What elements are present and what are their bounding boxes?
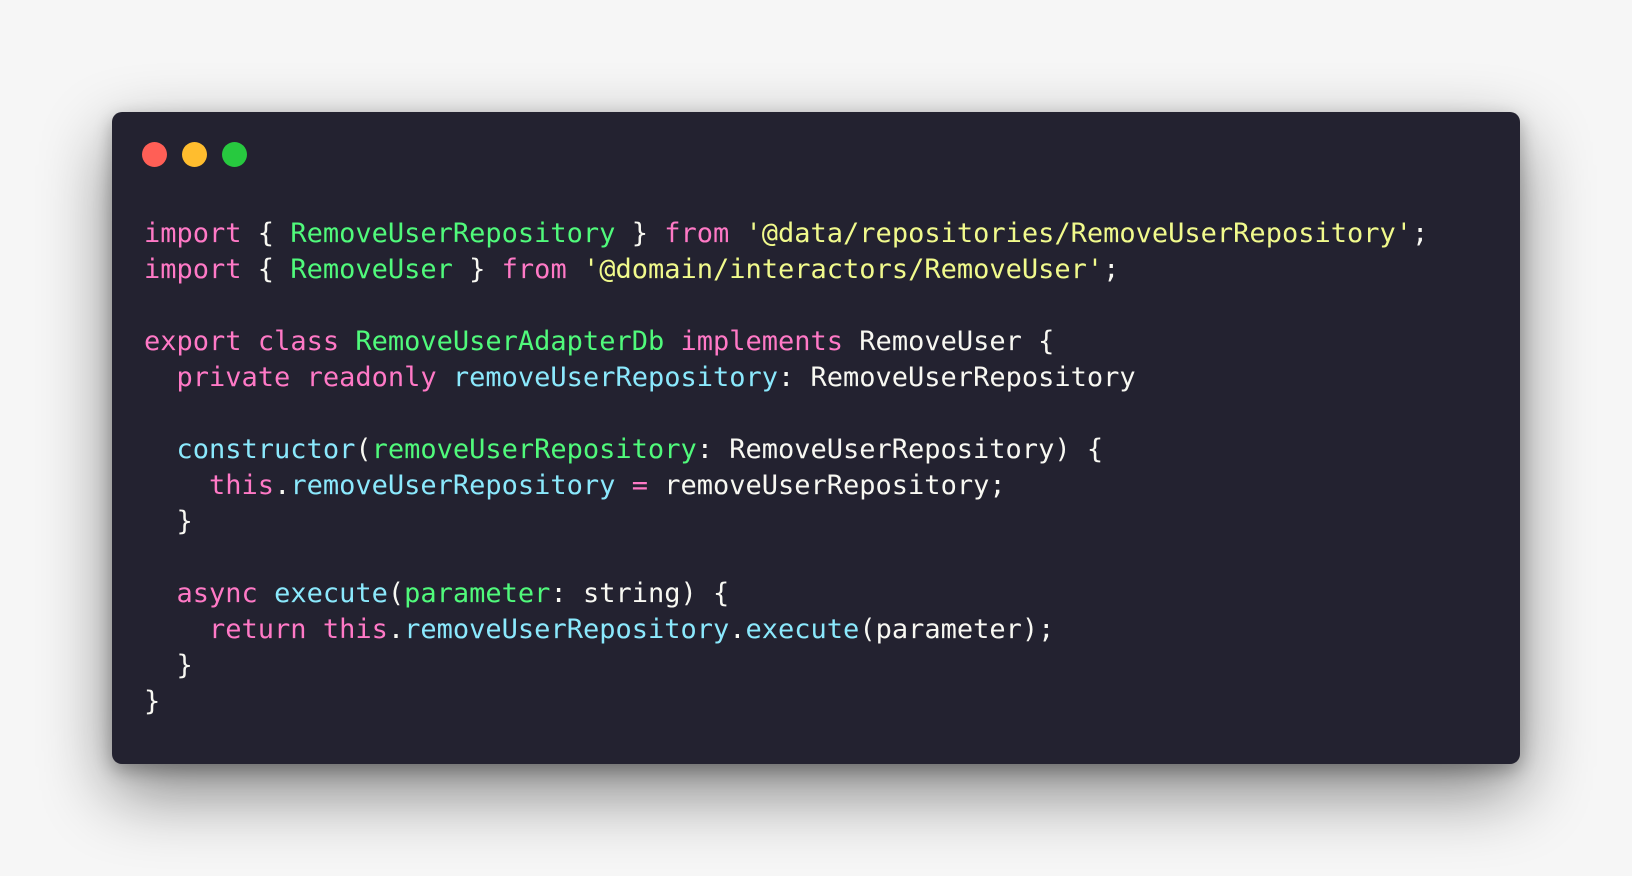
code-token: removeUserRepository xyxy=(404,614,730,645)
code-line: import { RemoveUserRepository } from '@d… xyxy=(144,216,1428,252)
code-token: execute xyxy=(745,614,860,645)
code-line: return this.removeUserRepository.execute… xyxy=(144,612,1428,648)
code-token: RemoveUserAdapterDb xyxy=(355,326,665,357)
close-button[interactable] xyxy=(142,142,167,167)
zoom-button[interactable] xyxy=(222,142,247,167)
code-token: private xyxy=(176,362,291,393)
code-token: async xyxy=(176,578,258,609)
code-line: this.removeUserRepository = removeUserRe… xyxy=(144,468,1428,504)
code-block: import { RemoveUserRepository } from '@d… xyxy=(144,216,1428,720)
minimize-button[interactable] xyxy=(182,142,207,167)
code-window: import { RemoveUserRepository } from '@d… xyxy=(112,112,1520,764)
code-token: removeUserRepository xyxy=(452,362,778,393)
code-line: private readonly removeUserRepository: R… xyxy=(144,360,1428,396)
code-line: export class RemoveUserAdapterDb impleme… xyxy=(144,324,1428,360)
code-token: this xyxy=(209,470,275,501)
code-token: . xyxy=(274,470,291,501)
code-token: implements xyxy=(680,326,844,357)
code-token: removeUserRepository xyxy=(290,470,616,501)
code-token: constructor xyxy=(176,434,356,465)
code-token: } xyxy=(144,686,161,717)
code-token: ( xyxy=(355,434,372,465)
code-token: (parameter); xyxy=(859,614,1055,645)
code-token: '@data/repositories/RemoveUserRepository… xyxy=(745,218,1412,249)
code-token: execute xyxy=(274,578,388,609)
code-token: : RemoveUserRepository xyxy=(778,362,1136,393)
code-token: : RemoveUserRepository) { xyxy=(696,434,1104,465)
code-token: RemoveUserRepository xyxy=(290,218,616,249)
code-token: ; xyxy=(1412,218,1429,249)
code-token: } xyxy=(144,506,193,537)
code-line: } xyxy=(144,504,1428,540)
code-token: { xyxy=(241,218,291,249)
code-token: class xyxy=(257,326,340,357)
code-token: readonly xyxy=(306,362,437,393)
window-titlebar xyxy=(112,112,1520,182)
code-token: export xyxy=(144,326,242,357)
code-token: from xyxy=(664,218,730,249)
code-token: from xyxy=(501,254,567,285)
code-token: removeUserRepository; xyxy=(647,470,1006,501)
code-token: ; xyxy=(1103,254,1120,285)
code-line: } xyxy=(144,648,1428,684)
code-token: : string) { xyxy=(550,578,730,609)
code-token: RemoveUser xyxy=(290,254,453,285)
code-token: import xyxy=(144,254,242,285)
code-token: = xyxy=(631,470,648,501)
code-token: . xyxy=(387,614,405,645)
code-token: { xyxy=(241,254,291,285)
code-line: constructor(removeUserRepository: Remove… xyxy=(144,432,1428,468)
code-token: removeUserRepository xyxy=(371,434,697,465)
code-token: import xyxy=(144,218,242,249)
code-token: } xyxy=(615,218,665,249)
code-token: RemoveUser { xyxy=(843,326,1055,357)
code-line: import { RemoveUser } from '@domain/inte… xyxy=(144,252,1428,288)
code-token: parameter xyxy=(404,578,551,609)
code-token: } xyxy=(452,254,502,285)
code-line: async execute(parameter: string) { xyxy=(144,576,1428,612)
code-token: ( xyxy=(387,578,405,609)
code-token: } xyxy=(144,650,193,681)
code-token: . xyxy=(729,614,746,645)
code-token: '@domain/interactors/RemoveUser' xyxy=(582,254,1104,285)
code-token: return xyxy=(209,614,307,645)
code-token: this xyxy=(322,614,388,645)
code-line: } xyxy=(144,684,1428,720)
